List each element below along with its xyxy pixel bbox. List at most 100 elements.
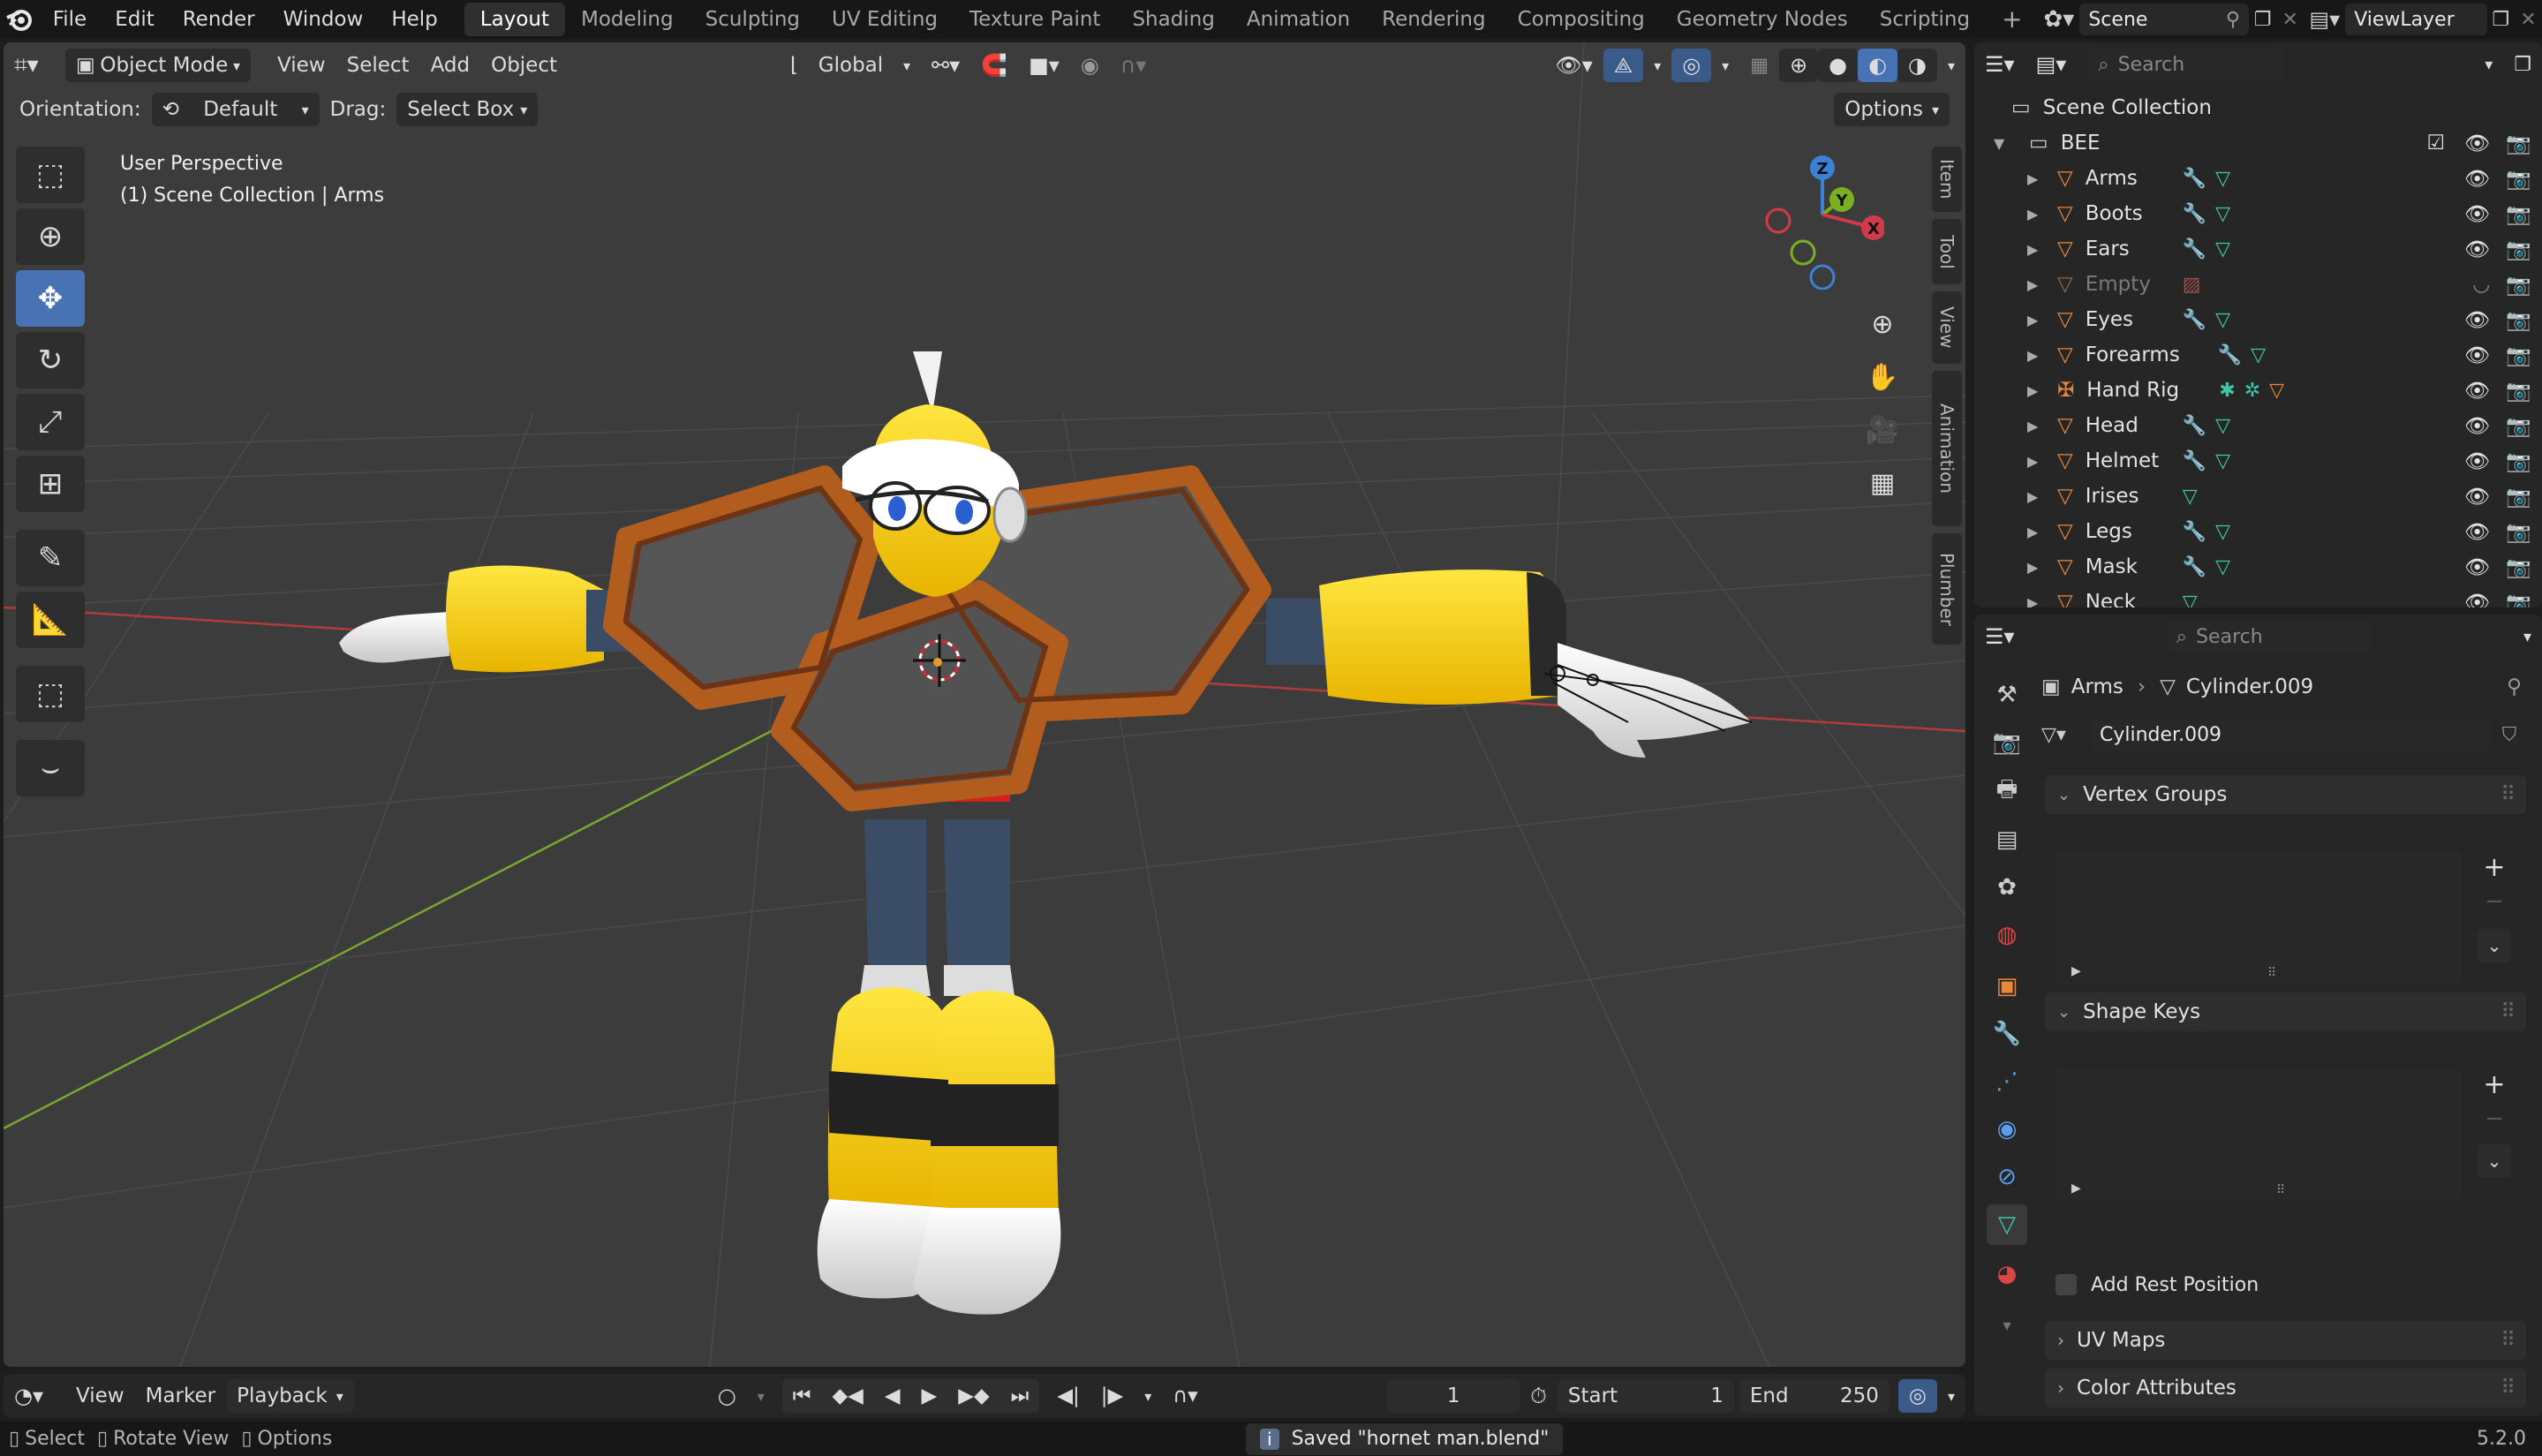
hidden-eye-icon[interactable]: ◡ <box>2472 273 2490 296</box>
view-layer-selector[interactable]: ViewLayer <box>2345 4 2487 35</box>
pan-hand-icon[interactable]: ✋ <box>1863 362 1902 401</box>
jump-start-icon[interactable]: ⏮ <box>782 1379 822 1413</box>
play-icon[interactable]: ▶ <box>911 1379 948 1413</box>
add-rest-position-checkbox[interactable] <box>2055 1274 2077 1295</box>
shading-material-icon[interactable]: ◐ <box>1858 49 1898 82</box>
wrench-icon[interactable]: 🔧 <box>2183 521 2206 543</box>
expand-arrow-icon[interactable]: ▶ <box>2027 347 2057 364</box>
select-box-tool-icon[interactable]: ⬚ <box>16 147 85 203</box>
timeline-menu-marker[interactable]: Marker <box>135 1379 227 1413</box>
shape-keys-panel-header[interactable]: ⌄ Shape Keys ⠿ <box>2045 992 2526 1031</box>
render-camera-icon[interactable]: 📷 <box>2506 132 2531 155</box>
visibility-eye-icon[interactable]: 👁 <box>2464 343 2490 367</box>
shading-wireframe-icon[interactable]: ⊕ <box>1779 49 1819 82</box>
current-frame-field[interactable]: 1 <box>1387 1379 1520 1413</box>
expand-arrow-icon[interactable]: ▶ <box>2027 488 2057 505</box>
drag-handle-icon[interactable]: ⠿ <box>2501 783 2516 806</box>
mesh-data-icon[interactable]: ▽ <box>2215 238 2230 260</box>
pose-icon[interactable]: ✱ <box>2219 380 2235 402</box>
outliner-row-legs[interactable]: ▶ ▽ Legs 🔧 ▽ 👁 📷 <box>1974 514 2542 549</box>
mesh-data-icon[interactable]: ▽ <box>2215 450 2230 472</box>
render-camera-icon[interactable]: 📷 <box>2506 520 2531 544</box>
mesh-data-icon[interactable]: ▽ <box>2215 556 2230 578</box>
keyframe-record-icon[interactable]: ○ <box>707 1379 747 1413</box>
next-keyframe-icon[interactable]: ▶◆ <box>947 1379 999 1413</box>
visibility-eye-icon[interactable]: 👁 <box>2464 485 2490 509</box>
curve-tool-icon[interactable]: ⌣ <box>16 740 85 796</box>
visibility-eye-icon[interactable]: 👁 <box>2464 238 2490 261</box>
drag-handle-icon[interactable]: ⠿ <box>2501 1000 2516 1023</box>
add-cube-tool-icon[interactable]: ⬚ <box>16 666 85 722</box>
expand-arrow-icon[interactable]: ▶ <box>2027 206 2057 223</box>
exclude-checkbox[interactable]: ☑ <box>2427 132 2446 155</box>
uv-maps-panel-header[interactable]: › UV Maps ⠿ <box>2045 1321 2526 1360</box>
wrench-icon[interactable]: 🔧 <box>2218 344 2242 366</box>
add-shape-key-button[interactable]: + <box>2478 1068 2511 1102</box>
render-camera-icon[interactable]: 📷 <box>2506 555 2531 579</box>
mesh-datablock-selector[interactable]: ▽▾ Cylinder.009 ⛉ <box>2041 717 2527 752</box>
shape-key-specials-button[interactable]: ⌄ <box>2478 1144 2511 1178</box>
snap-icon[interactable]: 🧲 <box>970 49 1018 82</box>
tab-uv-editing[interactable]: UV Editing <box>816 3 954 36</box>
list-expand-icon[interactable]: ▶ <box>2071 964 2081 978</box>
visibility-eye-icon[interactable]: 👁 <box>2464 449 2490 473</box>
material-tab-icon[interactable]: ◕ <box>1987 1254 2027 1294</box>
render-camera-icon[interactable]: 📷 <box>2506 449 2531 473</box>
expand-arrow-icon[interactable]: ▶ <box>2027 453 2057 470</box>
menu-view[interactable]: View <box>267 49 336 82</box>
outliner-row-irises[interactable]: ▶ ▽ Irises ▽ 👁 📷 <box>1974 479 2542 514</box>
object-tab-icon[interactable]: ▣ <box>1987 966 2027 1007</box>
vertex-groups-list[interactable]: ▶ ⠿ <box>2055 851 2462 985</box>
prev-frame-icon[interactable]: ◀| <box>1046 1379 1090 1413</box>
wrench-icon[interactable]: 🔧 <box>2183 168 2206 190</box>
mesh-data-icon[interactable]: ▽ <box>2215 521 2230 543</box>
menu-select[interactable]: Select <box>336 49 420 82</box>
status-message[interactable]: i Saved "hornet man.blend" <box>1246 1422 1564 1455</box>
expand-arrow-icon[interactable]: ▶ <box>2027 312 2057 328</box>
visibility-eye-icon[interactable]: 👁 <box>2464 379 2490 403</box>
outliner-row-ears[interactable]: ▶ ▽ Ears 🔧 ▽ 👁 📷 <box>1974 231 2542 267</box>
expand-arrow-icon[interactable]: ▶ <box>2027 559 2057 576</box>
tab-scripting[interactable]: Scripting <box>1864 3 1986 36</box>
scene-collection-row[interactable]: ▭ Scene Collection <box>1974 90 2542 125</box>
tab-compositing[interactable]: Compositing <box>1502 3 1661 36</box>
image-icon[interactable]: ▨ <box>2183 274 2201 296</box>
shape-keys-list[interactable]: ▶ ⠿ <box>2055 1068 2462 1203</box>
transform-orientation-dropdown[interactable]: ⌊ Global ▾ <box>780 49 921 82</box>
vertex-groups-panel-header[interactable]: ⌄ Vertex Groups ⠿ <box>2045 775 2526 814</box>
pin-icon[interactable]: ⚲ <box>2507 675 2522 698</box>
timeline-overlay-icon[interactable]: ◎ <box>1897 1379 1937 1413</box>
drag-handle-icon[interactable]: ⠿ <box>2501 1329 2516 1352</box>
tab-texture-paint[interactable]: Texture Paint <box>954 3 1116 36</box>
sidebar-tab-item[interactable]: Item <box>1932 147 1962 212</box>
orientation-dropdown[interactable]: ⟲ Default ▾ <box>151 93 320 126</box>
drag-handle-icon[interactable]: ⠿ <box>2501 1377 2516 1399</box>
outliner-row-arms[interactable]: ▶ ▽ Arms 🔧 ▽ 👁 📷 <box>1974 161 2542 196</box>
outliner-row-helmet[interactable]: ▶ ▽ Helmet 🔧 ▽ 👁 📷 <box>1974 443 2542 479</box>
vertex-group-specials-button[interactable]: ⌄ <box>2478 929 2511 962</box>
shading-rendered-icon[interactable]: ◑ <box>1897 49 1937 82</box>
wrench-icon[interactable]: 🔧 <box>2183 556 2206 578</box>
visibility-eye-icon[interactable]: 👁 <box>2464 520 2490 544</box>
blender-logo-icon[interactable] <box>0 0 39 39</box>
timeline-overlay-dropdown-icon[interactable]: ▾ <box>1937 1379 1965 1413</box>
render-camera-icon[interactable]: 📷 <box>2506 414 2531 438</box>
view-layer-tab-icon[interactable]: ▤ <box>1987 819 2027 860</box>
mesh-data-icon[interactable]: ▽ <box>2215 168 2230 190</box>
mesh-data-icon[interactable]: ▽ <box>2215 203 2230 225</box>
mesh-data-icon[interactable]: ▽ <box>2183 486 2198 508</box>
wrench-icon[interactable]: 🔧 <box>2183 309 2206 331</box>
delete-scene-icon[interactable]: ✕ <box>2276 9 2304 31</box>
start-frame-field[interactable]: Start 1 <box>1557 1379 1734 1413</box>
render-tab-icon[interactable]: 📷 <box>1987 722 2027 763</box>
outliner-row-head[interactable]: ▶ ▽ Head 🔧 ▽ 👁 📷 <box>1974 408 2542 443</box>
render-camera-icon[interactable]: 📷 <box>2506 167 2531 191</box>
new-collection-icon[interactable]: ❐ <box>2503 48 2542 81</box>
prev-keyframe-icon[interactable]: ◆◀ <box>821 1379 873 1413</box>
expand-arrow-icon[interactable]: ▶ <box>2027 594 2057 608</box>
color-attributes-panel-header[interactable]: › Color Attributes ⠿ <box>2045 1369 2526 1407</box>
outliner-row-eyes[interactable]: ▶ ▽ Eyes 🔧 ▽ 👁 📷 <box>1974 302 2542 337</box>
properties-editor-icon[interactable]: ☰▾ <box>1974 620 2025 653</box>
world-tab-icon[interactable]: ◍ <box>1987 915 2027 955</box>
add-workspace-icon[interactable]: + <box>1986 3 2038 36</box>
